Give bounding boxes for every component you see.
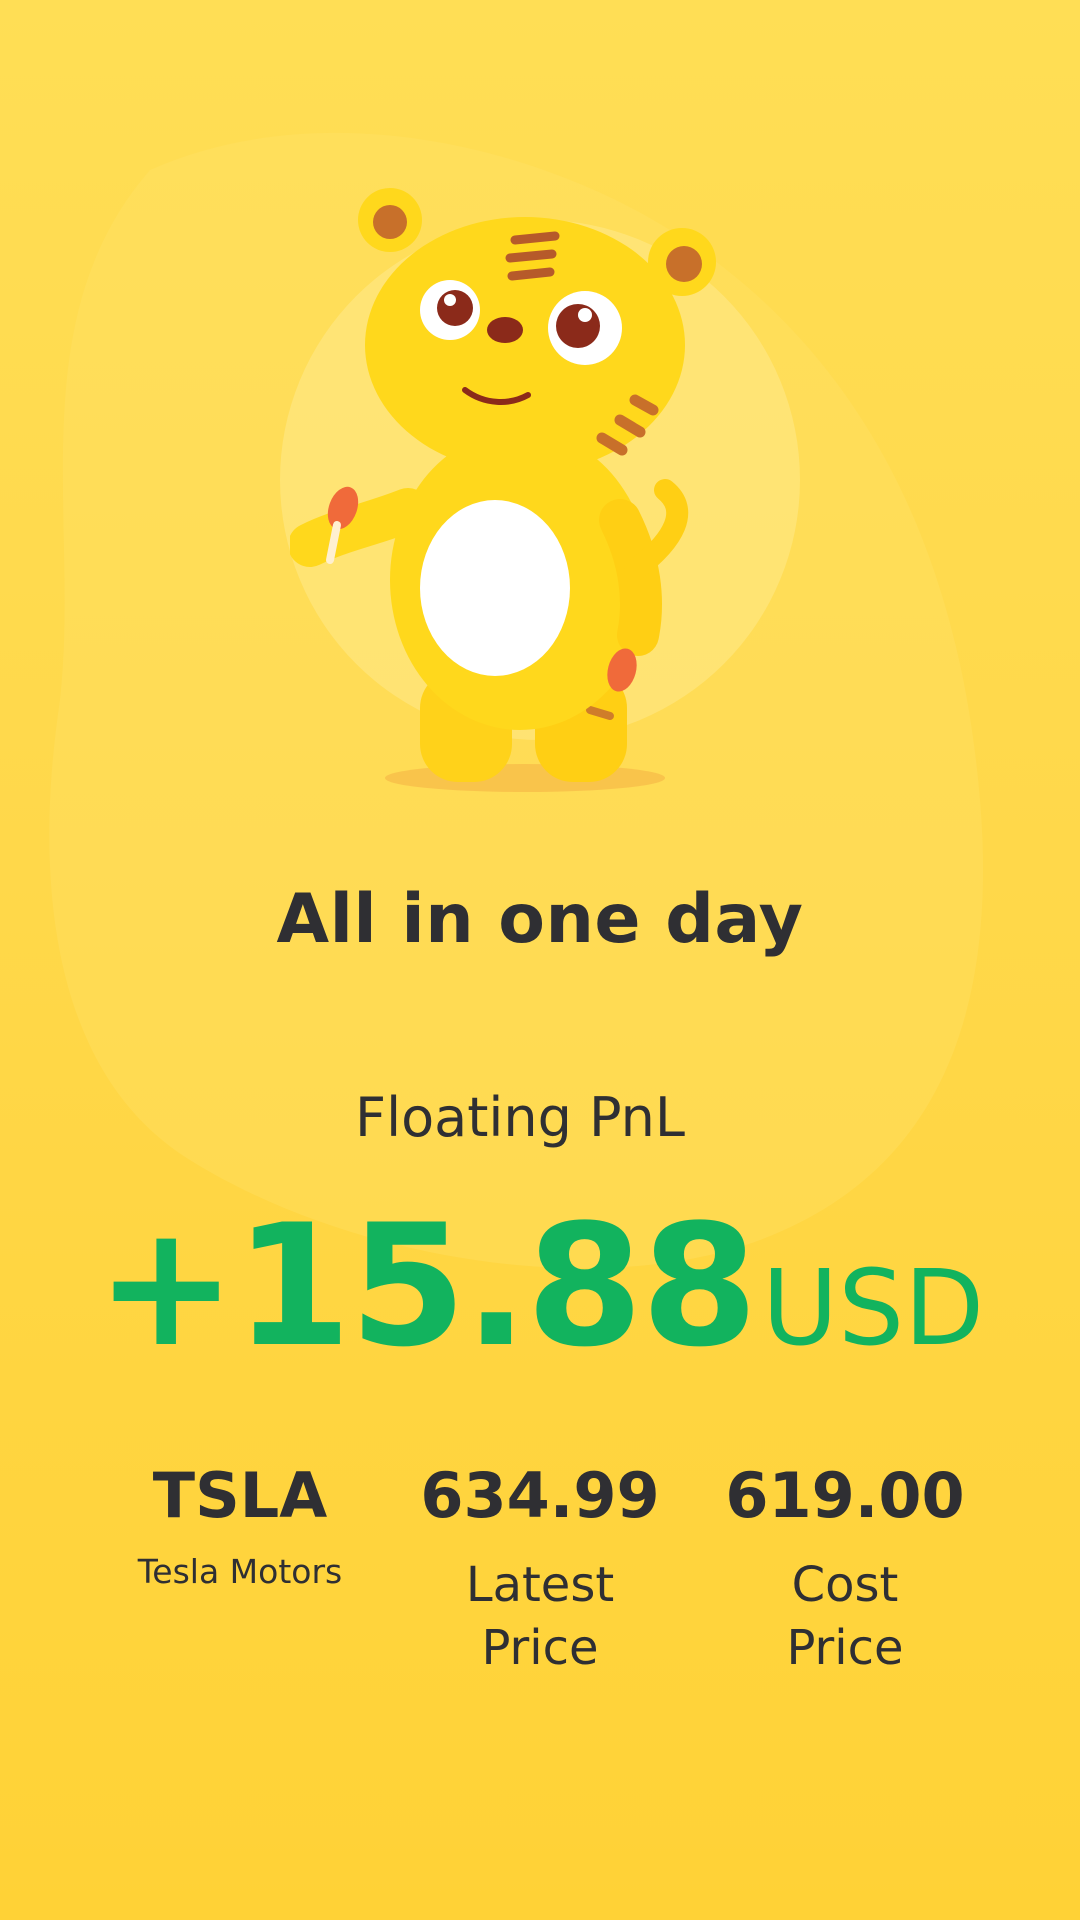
pnl-amount: +15.88 (95, 1188, 758, 1384)
cost-price-value: 619.00 (725, 1459, 965, 1532)
floating-pnl-value: +15.88USD (0, 1188, 1080, 1384)
pnl-currency: USD (761, 1247, 985, 1369)
share-card: All in one day Floating PnL +15.88USD TS… (0, 0, 1080, 1920)
cost-price-stat: 619.00 Cost Price (705, 1456, 985, 1680)
latest-price-label: Latest Price (465, 1557, 615, 1676)
ticker-symbol: TSLA (152, 1459, 328, 1532)
company-name: Tesla Motors (137, 1552, 343, 1591)
tiger-mascot-icon (290, 188, 716, 792)
latest-price-value: 634.99 (420, 1459, 660, 1532)
cost-price-label: Cost Price (786, 1557, 904, 1676)
latest-price-stat: 634.99 Latest Price (400, 1456, 680, 1680)
ticker-stat: TSLA Tesla Motors (100, 1456, 380, 1594)
headline: All in one day (276, 880, 804, 959)
floating-pnl-label: Floating PnL (355, 1086, 685, 1149)
